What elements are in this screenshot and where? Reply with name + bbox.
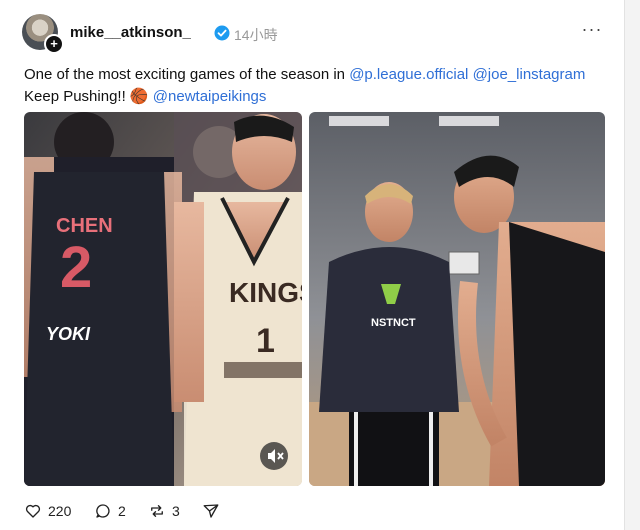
- like-button[interactable]: 220: [24, 500, 71, 522]
- share-icon: [203, 504, 219, 518]
- post-text-line1: One of the most exciting games of the se…: [24, 66, 350, 83]
- shirt-logo-text: NSTNCT: [371, 317, 416, 329]
- post-header: + mike__atkinson_ 14小時 ···: [22, 12, 604, 54]
- photo-frame: NSTNCT: [309, 112, 605, 486]
- comment-count: 2: [118, 503, 126, 519]
- basketball-emoji-icon: 🏀: [129, 88, 149, 105]
- share-button[interactable]: [202, 500, 220, 522]
- comment-icon: [96, 504, 110, 518]
- mention-joe-linstagram[interactable]: @joe_linstagram: [473, 66, 586, 83]
- video-frame: CHEN 2 YOKI KINGS 1: [24, 112, 302, 486]
- post-time: 14小時: [234, 27, 278, 43]
- photo-training[interactable]: NSTNCT: [309, 112, 605, 486]
- mention-p-league[interactable]: @p.league.official: [349, 66, 468, 83]
- media-carousel: CHEN 2 YOKI KINGS 1: [24, 112, 606, 486]
- more-icon[interactable]: ···: [580, 20, 604, 42]
- repost-button[interactable]: 3: [148, 500, 180, 522]
- video-game-highlight[interactable]: CHEN 2 YOKI KINGS 1: [24, 112, 302, 486]
- heart-icon: [25, 504, 41, 518]
- comment-button[interactable]: 2: [94, 500, 126, 522]
- post-text: One of the most exciting games of the se…: [24, 64, 614, 108]
- repost-count: 3: [172, 503, 180, 519]
- post-text-line2: Keep Pushing!!: [24, 88, 130, 105]
- mute-icon[interactable]: [260, 442, 288, 470]
- jersey-name-text: CHEN: [56, 215, 113, 237]
- jersey-number-text: 2: [60, 235, 92, 300]
- like-count: 220: [48, 503, 72, 519]
- mention-newtaipeikings[interactable]: @newtaipeikings: [153, 88, 267, 105]
- plus-icon[interactable]: +: [44, 34, 64, 54]
- post-card: + mike__atkinson_ 14小時 ··· One of the mo…: [0, 0, 625, 530]
- repost-icon: [151, 505, 163, 517]
- team-name-text: KINGS: [229, 277, 302, 308]
- sponsor-text: YOKI: [46, 324, 91, 344]
- avatar[interactable]: +: [22, 14, 64, 54]
- verified-badge-icon: [214, 25, 230, 41]
- player-number-text: 1: [256, 322, 275, 360]
- username[interactable]: mike__atkinson_: [70, 24, 191, 41]
- post-actions: 220 2 3: [24, 500, 324, 522]
